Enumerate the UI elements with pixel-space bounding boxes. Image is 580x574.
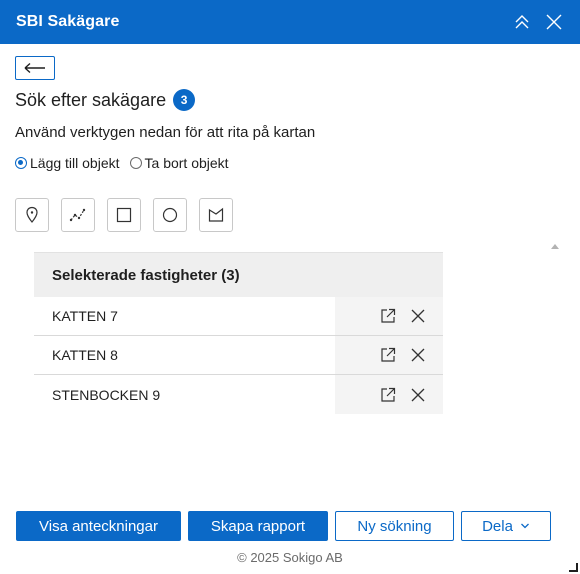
- show-notes-button[interactable]: Visa anteckningar: [16, 511, 181, 541]
- polygon-tool-button[interactable]: [199, 198, 233, 232]
- chevron-down-icon: [520, 523, 529, 529]
- instruction-text: Använd verktygen nedan för att rita på k…: [15, 124, 316, 141]
- back-button[interactable]: [15, 56, 55, 80]
- table-row: KATTEN 7: [34, 297, 443, 336]
- double-chevron-up-icon: [515, 15, 529, 29]
- page-title-text: Sök efter sakägare: [15, 89, 167, 110]
- arrow-left-icon: [24, 62, 45, 74]
- close-icon: [546, 14, 562, 30]
- open-property-button[interactable]: [377, 344, 399, 366]
- close-icon: [411, 348, 425, 362]
- circle-tool-button[interactable]: [153, 198, 187, 232]
- polyline-tool-button[interactable]: [61, 198, 95, 232]
- mode-radio-group: Lägg till objekt Ta bort objekt: [15, 155, 239, 171]
- radio-add-objects[interactable]: Lägg till objekt: [15, 155, 120, 171]
- row-actions: [335, 336, 443, 374]
- create-report-button[interactable]: Skapa rapport: [188, 511, 328, 541]
- resize-handle[interactable]: [569, 563, 578, 572]
- radio-button[interactable]: [129, 157, 142, 169]
- table-header: Selekterade fastigheter (3): [34, 252, 443, 297]
- remove-property-button[interactable]: [407, 344, 429, 366]
- external-link-icon: [381, 387, 396, 402]
- footer-actions: Visa anteckningar Skapa rapport Ny sökni…: [16, 511, 551, 541]
- external-link-icon: [381, 347, 396, 362]
- rectangle-tool-button[interactable]: [107, 198, 141, 232]
- point-tool-icon: [26, 206, 38, 223]
- row-actions: [335, 375, 443, 414]
- external-link-icon: [381, 308, 396, 323]
- collapse-button[interactable]: [508, 8, 536, 36]
- caret-up-icon: [551, 244, 559, 249]
- close-icon: [411, 309, 425, 323]
- selected-properties-table: Selekterade fastigheter (3) KATTEN 7 KAT…: [34, 252, 443, 414]
- open-property-button[interactable]: [377, 305, 399, 327]
- radio-remove-label: Ta bort objekt: [144, 155, 229, 171]
- close-button[interactable]: [540, 8, 568, 36]
- page-title: Sök efter sakägare 3: [15, 89, 196, 111]
- circle-tool-icon: [162, 207, 178, 223]
- count-badge: 3: [173, 89, 196, 111]
- property-name: STENBOCKEN 9: [34, 375, 335, 414]
- share-dropdown-button[interactable]: Dela: [461, 511, 551, 541]
- polygon-tool-icon: [208, 207, 224, 222]
- open-property-button[interactable]: [377, 384, 399, 406]
- polyline-tool-icon: [69, 208, 86, 222]
- window-header: SBI Sakägare: [0, 0, 580, 44]
- radio-button-checked[interactable]: [15, 157, 27, 169]
- new-search-button[interactable]: Ny sökning: [335, 511, 454, 541]
- window-title: SBI Sakägare: [16, 13, 120, 30]
- row-actions: [335, 297, 443, 335]
- share-label: Dela: [482, 517, 513, 535]
- table-row: KATTEN 8: [34, 336, 443, 375]
- radio-add-label: Lägg till objekt: [30, 155, 120, 171]
- draw-toolbar: [15, 198, 245, 232]
- table-row: STENBOCKEN 9: [34, 375, 443, 414]
- radio-remove-objects[interactable]: Ta bort objekt: [129, 155, 229, 171]
- property-name: KATTEN 7: [34, 297, 335, 335]
- scroll-up-button[interactable]: [551, 236, 559, 254]
- point-tool-button[interactable]: [15, 198, 49, 232]
- remove-property-button[interactable]: [407, 305, 429, 327]
- rectangle-tool-icon: [116, 207, 132, 223]
- remove-property-button[interactable]: [407, 384, 429, 406]
- copyright-text: © 2025 Sokigo AB: [237, 550, 343, 565]
- close-icon: [411, 388, 425, 401]
- property-name: KATTEN 8: [34, 336, 335, 374]
